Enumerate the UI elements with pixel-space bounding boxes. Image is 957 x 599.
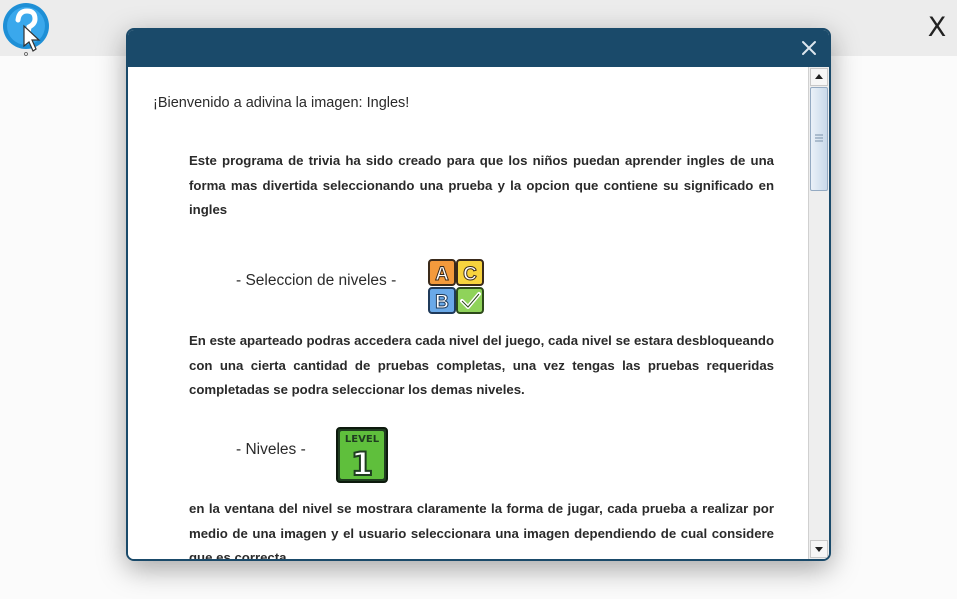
icon-letter-a: A: [435, 264, 449, 285]
level-caption: LEVEL: [345, 434, 380, 445]
level-1-icon: LEVEL 1: [336, 427, 388, 483]
icon-letter-b: B: [435, 292, 449, 313]
welcome-heading: ¡Bienvenido a adivina la imagen: Ingles!: [153, 95, 410, 111]
level-number: 1: [351, 445, 373, 483]
help-button[interactable]: [2, 2, 52, 56]
dialog-header: [128, 30, 829, 67]
help-dialog: ¡Bienvenido a adivina la imagen: Ingles!…: [126, 28, 831, 561]
intro-paragraph: Este programa de trivia ha sido creado p…: [189, 153, 774, 217]
question-mark-cursor-icon: [3, 3, 49, 56]
grip-icon: [815, 134, 823, 142]
levels-label: - Niveles -: [236, 441, 306, 458]
dialog-close-button[interactable]: [797, 36, 821, 60]
scrollbar-thumb[interactable]: [810, 87, 828, 191]
levels-selection-label: - Seleccion de niveles -: [236, 272, 397, 289]
scroll-up-button[interactable]: [810, 68, 828, 86]
arrow-down-icon: [815, 547, 823, 552]
abc-checkmark-icon: A C B: [428, 259, 484, 314]
vertical-scrollbar[interactable]: [808, 67, 829, 559]
levels-paragraph: en la ventana del nivel se mostrara clar…: [189, 501, 774, 559]
app-close-button[interactable]: X: [924, 12, 950, 44]
icon-letter-c: C: [463, 264, 477, 285]
close-icon: [802, 41, 816, 55]
scroll-down-button[interactable]: [810, 540, 828, 558]
levels-selection-paragraph: En este aparteado podras accedera cada n…: [189, 333, 774, 397]
dialog-content: ¡Bienvenido a adivina la imagen: Ingles!…: [128, 67, 806, 559]
arrow-up-icon: [815, 74, 823, 79]
